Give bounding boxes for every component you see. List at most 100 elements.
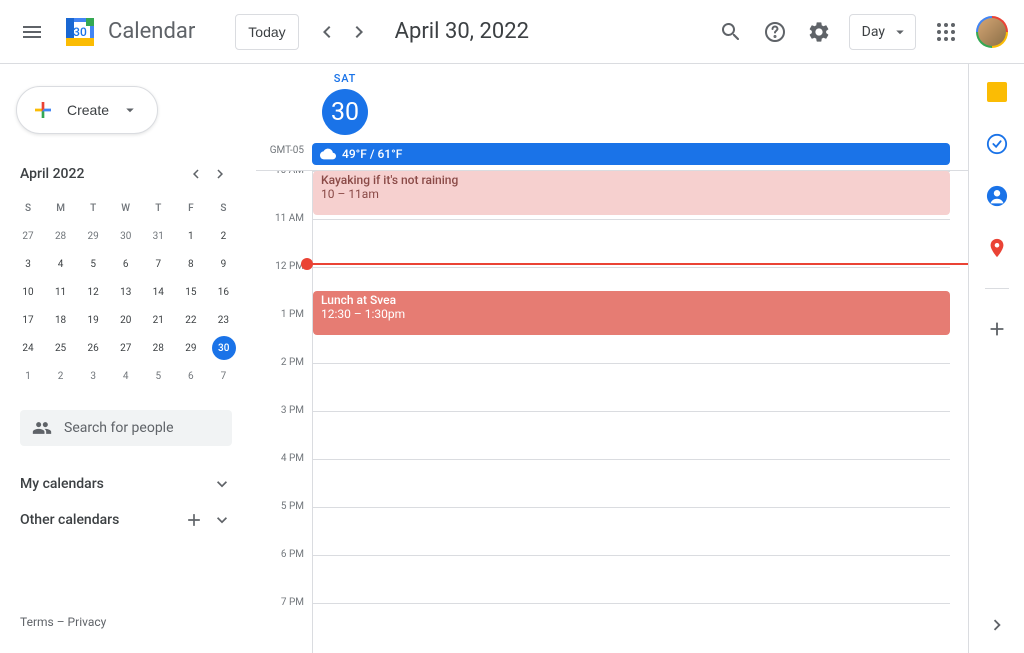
search-button[interactable] <box>711 12 751 52</box>
tasks-button[interactable] <box>977 124 1017 164</box>
mini-day-cell[interactable]: 13 <box>110 278 142 306</box>
hour-gridline <box>313 555 950 603</box>
events-column[interactable]: Kayaking if it's not raining 10 – 11am L… <box>312 171 950 653</box>
hour-gridline <box>313 603 950 651</box>
mini-day-cell[interactable]: 15 <box>175 278 207 306</box>
current-date-title: April 30, 2022 <box>395 19 709 44</box>
timezone-label: GMT-05 <box>256 143 312 156</box>
next-day-button[interactable] <box>343 16 375 48</box>
mini-day-cell[interactable]: 25 <box>45 334 77 362</box>
mini-day-cell[interactable]: 21 <box>142 306 174 334</box>
settings-button[interactable] <box>799 12 839 52</box>
mini-day-cell[interactable]: 5 <box>77 250 109 278</box>
main-menu-button[interactable] <box>8 8 56 56</box>
mini-day-cell[interactable]: 1 <box>175 222 207 250</box>
mini-day-cell[interactable]: 27 <box>12 222 44 250</box>
weekday-label: SAT <box>322 72 368 85</box>
mini-day-cell[interactable]: 14 <box>142 278 174 306</box>
mini-day-cell[interactable]: 4 <box>110 362 142 390</box>
contacts-button[interactable] <box>977 176 1017 216</box>
weather-chip[interactable]: 49°F / 61°F <box>312 143 950 165</box>
hour-label: 3 PM <box>256 405 312 453</box>
mini-day-cell[interactable]: 1 <box>12 362 44 390</box>
my-calendars-label: My calendars <box>20 476 104 492</box>
plus-multicolor-icon <box>31 98 55 122</box>
mini-day-cell[interactable]: 28 <box>45 222 77 250</box>
mini-day-cell[interactable]: 29 <box>175 334 207 362</box>
prev-day-button[interactable] <box>311 16 343 48</box>
help-icon <box>763 20 787 44</box>
other-calendars-label: Other calendars <box>20 512 119 528</box>
mini-day-cell[interactable]: 3 <box>12 250 44 278</box>
hide-panel-button[interactable] <box>977 605 1017 645</box>
weekday-header: M <box>45 194 77 222</box>
apps-grid-icon <box>934 20 958 44</box>
event-lunch[interactable]: Lunch at Svea 12:30 – 1:30pm <box>313 291 950 335</box>
plus-icon[interactable] <box>184 510 204 530</box>
mini-day-cell[interactable]: 26 <box>77 334 109 362</box>
mini-next-month[interactable] <box>208 162 232 186</box>
maps-button[interactable] <box>977 228 1017 268</box>
account-avatar[interactable] <box>976 16 1008 48</box>
mini-day-cell[interactable]: 5 <box>142 362 174 390</box>
caret-down-icon <box>121 101 139 119</box>
sidebar: Create April 2022 SMTWTFS272829303112345… <box>0 64 256 653</box>
mini-day-cell[interactable]: 6 <box>110 250 142 278</box>
create-label: Create <box>67 102 109 118</box>
mini-day-cell[interactable]: 29 <box>77 222 109 250</box>
mini-day-cell[interactable]: 30 <box>212 336 236 360</box>
mini-day-cell[interactable]: 11 <box>45 278 77 306</box>
mini-day-cell[interactable]: 2 <box>45 362 77 390</box>
mini-day-cell[interactable]: 6 <box>175 362 207 390</box>
keep-button[interactable] <box>977 72 1017 112</box>
search-icon <box>719 20 743 44</box>
mini-day-cell[interactable]: 7 <box>207 362 239 390</box>
hour-label: 11 AM <box>256 213 312 261</box>
mini-day-cell[interactable]: 7 <box>142 250 174 278</box>
mini-day-cell[interactable]: 31 <box>142 222 174 250</box>
mini-day-cell[interactable]: 9 <box>207 250 239 278</box>
mini-day-cell[interactable]: 4 <box>45 250 77 278</box>
svg-text:30: 30 <box>73 25 87 39</box>
mini-day-cell[interactable]: 2 <box>207 222 239 250</box>
mini-day-cell[interactable]: 8 <box>175 250 207 278</box>
event-kayaking[interactable]: Kayaking if it's not raining 10 – 11am <box>313 171 950 215</box>
mini-day-cell[interactable]: 28 <box>142 334 174 362</box>
help-button[interactable] <box>755 12 795 52</box>
maps-pin-icon <box>986 237 1008 259</box>
day-number[interactable]: 30 <box>322 89 368 135</box>
mini-prev-month[interactable] <box>184 162 208 186</box>
chevron-right-icon <box>986 614 1008 636</box>
weekday-header: T <box>77 194 109 222</box>
mini-day-cell[interactable]: 12 <box>77 278 109 306</box>
view-selector[interactable]: Day <box>849 14 916 50</box>
mini-day-cell[interactable]: 23 <box>207 306 239 334</box>
mini-day-cell[interactable]: 30 <box>110 222 142 250</box>
mini-day-cell[interactable]: 20 <box>110 306 142 334</box>
hour-label: 5 PM <box>256 501 312 549</box>
chevron-right-icon <box>347 20 371 44</box>
add-addon-button[interactable] <box>977 309 1017 349</box>
mini-day-cell[interactable]: 10 <box>12 278 44 306</box>
footer-links[interactable]: Terms – Privacy <box>12 607 240 637</box>
create-button[interactable]: Create <box>16 86 158 134</box>
event-title: Kayaking if it's not raining <box>321 173 942 187</box>
mini-day-cell[interactable]: 27 <box>110 334 142 362</box>
apps-button[interactable] <box>926 12 966 52</box>
mini-day-cell[interactable]: 22 <box>175 306 207 334</box>
other-calendars-toggle[interactable]: Other calendars <box>12 502 240 538</box>
mini-day-cell[interactable]: 19 <box>77 306 109 334</box>
view-label: Day <box>862 24 885 40</box>
mini-day-cell[interactable]: 3 <box>77 362 109 390</box>
search-people-input[interactable]: Search for people <box>20 410 232 446</box>
my-calendars-toggle[interactable]: My calendars <box>12 466 240 502</box>
mini-day-cell[interactable]: 24 <box>12 334 44 362</box>
app-logo[interactable]: 30 Calendar <box>60 12 195 52</box>
event-time: 10 – 11am <box>321 187 942 201</box>
today-button[interactable]: Today <box>235 14 298 50</box>
mini-day-cell[interactable]: 18 <box>45 306 77 334</box>
side-panel <box>968 64 1024 653</box>
mini-day-cell[interactable]: 17 <box>12 306 44 334</box>
mini-day-cell[interactable]: 16 <box>207 278 239 306</box>
now-indicator <box>307 263 968 265</box>
